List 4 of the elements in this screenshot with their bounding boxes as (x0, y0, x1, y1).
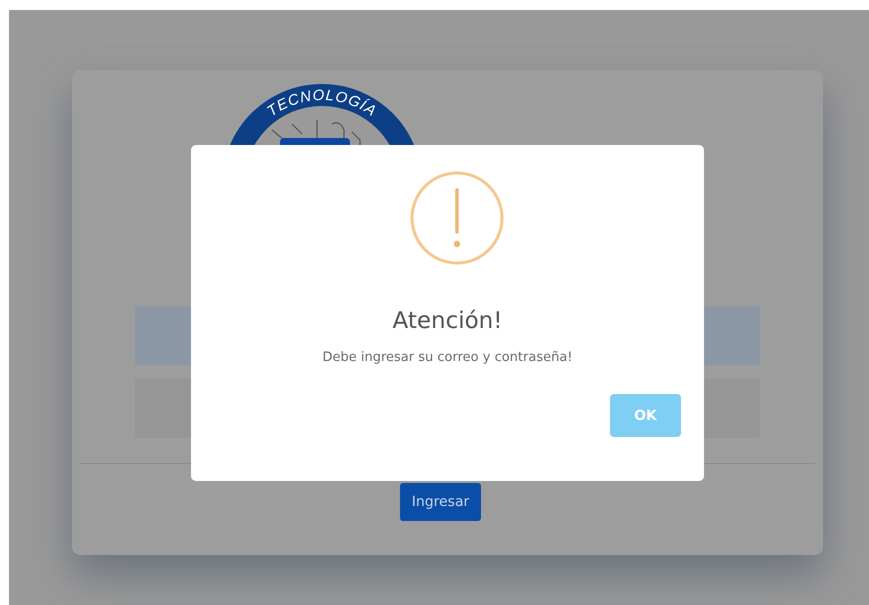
warning-icon (408, 170, 504, 266)
dialog-message: Debe ingresar su correo y contraseña! (322, 350, 573, 365)
dialog-title: Atención! (392, 308, 502, 334)
submit-button[interactable]: Ingresar (400, 483, 482, 521)
